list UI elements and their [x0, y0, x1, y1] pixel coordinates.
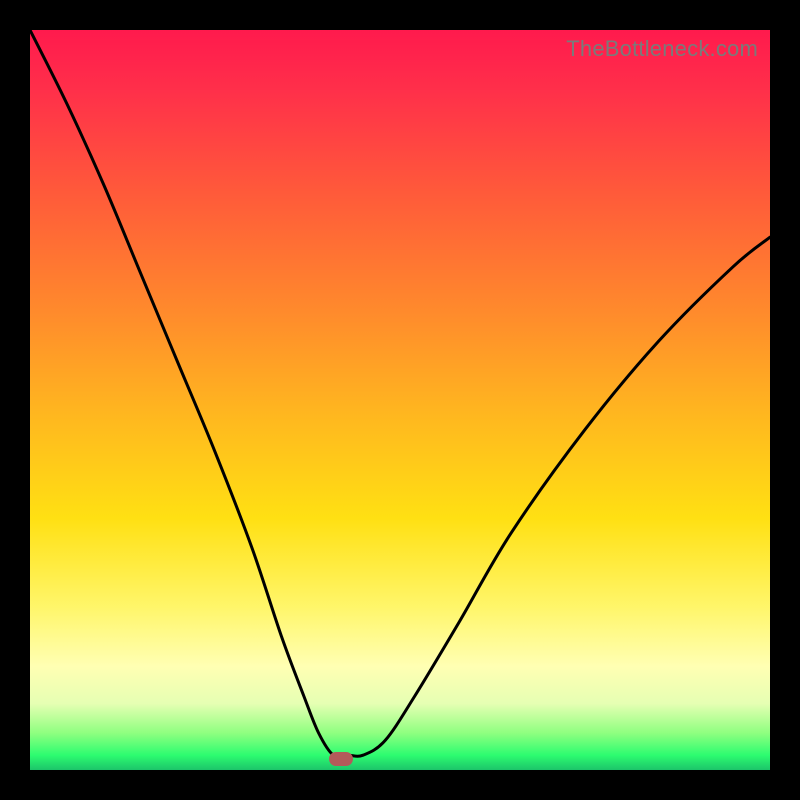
bottleneck-curve — [30, 30, 770, 770]
chart-plot-area: TheBottleneck.com — [30, 30, 770, 770]
chart-frame: TheBottleneck.com — [0, 0, 800, 800]
bottleneck-marker — [329, 752, 353, 766]
